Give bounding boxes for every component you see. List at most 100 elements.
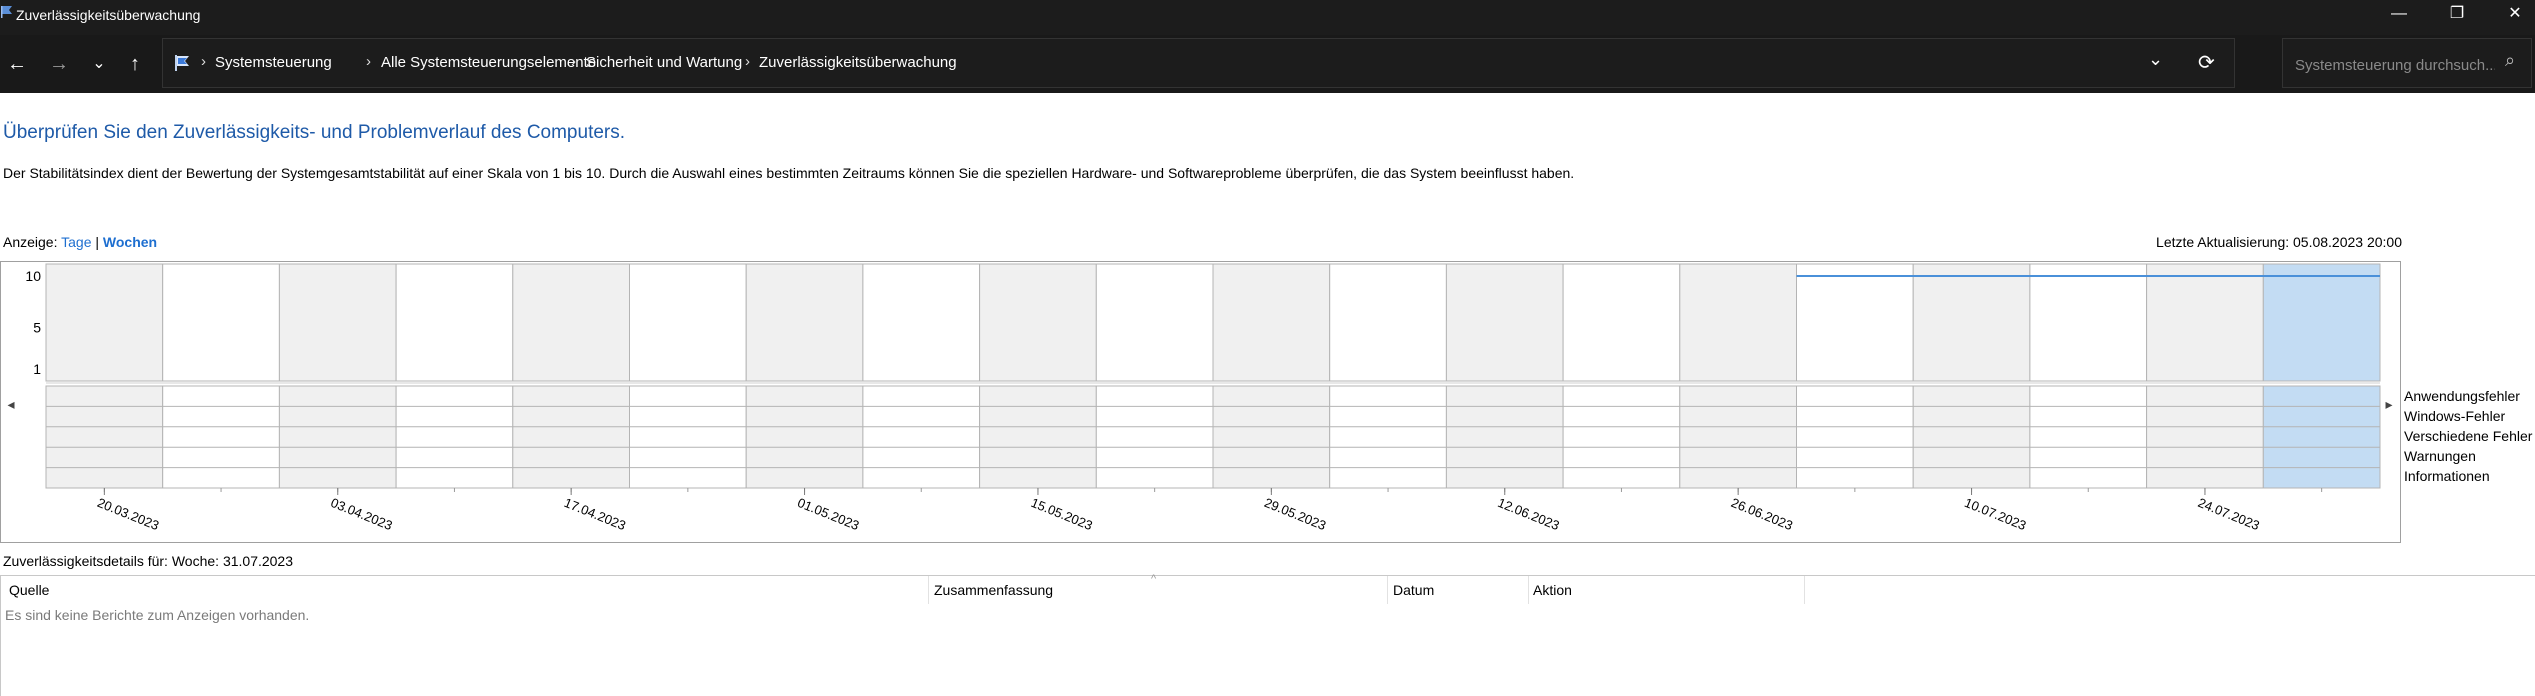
event-column[interactable] <box>1445 385 1564 489</box>
event-column[interactable] <box>2262 385 2381 489</box>
column-divider[interactable] <box>1528 576 1529 604</box>
event-column[interactable] <box>395 385 514 489</box>
event-column[interactable] <box>512 385 630 489</box>
event-column[interactable] <box>278 385 397 489</box>
stability-column[interactable] <box>2029 263 2148 382</box>
event-column[interactable] <box>1095 385 1214 489</box>
event-column[interactable] <box>862 385 981 489</box>
stability-column[interactable] <box>1329 263 1447 382</box>
search-box[interactable]: ⌕ <box>2282 38 2532 88</box>
stability-column[interactable] <box>1912 263 2031 382</box>
reports-list[interactable]: ^ Quelle Zusammenfassung Datum Aktion Es… <box>0 573 2535 696</box>
stability-column[interactable] <box>1445 263 1564 382</box>
window-title: Zuverlässigkeitsüberwachung <box>16 7 201 23</box>
x-tick-label: 15.05.2023 <box>1029 495 1095 533</box>
address-dropdown-icon[interactable]: ⌄ <box>2148 49 2163 70</box>
event-column[interactable] <box>2146 385 2264 489</box>
column-header-datum[interactable]: Datum <box>1393 582 1434 598</box>
x-tick-label: 12.06.2023 <box>1496 495 1562 533</box>
stability-column[interactable] <box>745 263 864 382</box>
breadcrumb-sicherheit-wartung[interactable]: Sicherheit und Wartung <box>586 54 742 71</box>
breadcrumb-alle-elemente[interactable]: Alle Systemsteuerungselemente <box>381 54 596 71</box>
search-input[interactable] <box>2293 53 2497 77</box>
column-header-quelle[interactable]: Quelle <box>9 582 49 598</box>
event-column[interactable] <box>1679 385 1798 489</box>
view-separator: | <box>91 234 103 250</box>
x-tick-label: 26.06.2023 <box>1729 495 1795 533</box>
up-button[interactable]: ↑ <box>120 47 150 81</box>
recent-locations-button[interactable]: ⌄ <box>84 47 114 81</box>
view-weeks-link[interactable]: Wochen <box>103 234 157 250</box>
stability-column[interactable] <box>162 263 280 382</box>
address-bar[interactable]: › Systemsteuerung › Alle Systemsteuerung… <box>162 38 2235 88</box>
event-column[interactable] <box>629 385 747 489</box>
stability-column[interactable] <box>629 263 747 382</box>
event-column[interactable] <box>979 385 1097 489</box>
stability-column[interactable] <box>512 263 630 382</box>
event-column[interactable] <box>1329 385 1447 489</box>
stability-column[interactable] <box>395 263 514 382</box>
breadcrumb-separator: › <box>571 53 576 70</box>
column-divider[interactable] <box>928 576 929 604</box>
scroll-left-arrow[interactable]: ◂ <box>7 396 14 412</box>
stability-column[interactable] <box>2262 263 2381 382</box>
back-button[interactable]: ← <box>2 47 32 81</box>
page-description: Der Stabilitätsindex dient der Bewertung… <box>3 165 1575 181</box>
search-icon[interactable]: ⌕ <box>2505 50 2515 71</box>
event-column[interactable] <box>2029 385 2148 489</box>
navigation-toolbar: ← → ⌄ ↑ › Systemsteuerung › Alle Systems… <box>0 35 2535 93</box>
breadcrumb-systemsteuerung[interactable]: Systemsteuerung <box>215 54 332 71</box>
stability-column[interactable] <box>1212 263 1331 382</box>
forward-button[interactable]: → <box>44 47 74 81</box>
event-column[interactable] <box>745 385 864 489</box>
event-column[interactable] <box>1912 385 2031 489</box>
legend-verschiedene-fehler: Verschiedene Fehler <box>2404 428 2533 444</box>
scroll-right-arrow[interactable]: ▸ <box>2385 396 2392 412</box>
breadcrumb-zuverlaessigkeit[interactable]: Zuverlässigkeitsüberwachung <box>759 54 957 71</box>
column-header-aktion[interactable]: Aktion <box>1533 582 1572 598</box>
stability-chart-svg[interactable]: 10 5 1 20.03.2023 03.04.2023 17.04.2023 01.05.… <box>1 262 2402 544</box>
event-column[interactable] <box>45 385 164 489</box>
stability-column[interactable] <box>1562 263 1681 382</box>
event-column[interactable] <box>1212 385 1331 489</box>
view-days-link[interactable]: Tage <box>61 234 91 250</box>
y-tick-label: 5 <box>33 320 41 336</box>
breadcrumb-separator: › <box>201 53 206 70</box>
column-header-zusammenfassung[interactable]: Zusammenfassung <box>934 582 1053 598</box>
view-selector: Anzeige: Tage | Wochen <box>3 234 157 250</box>
x-tick-label: 29.05.2023 <box>1262 495 1328 533</box>
legend-informationen: Informationen <box>2404 468 2490 484</box>
event-column[interactable] <box>1562 385 1681 489</box>
stability-column[interactable] <box>862 263 981 382</box>
y-tick-label: 10 <box>25 268 41 284</box>
x-tick-label: 20.03.2023 <box>95 495 161 533</box>
stability-column[interactable] <box>1679 263 1798 382</box>
close-button[interactable]: ✕ <box>2486 0 2535 30</box>
restore-button[interactable]: ❐ <box>2428 0 2486 30</box>
column-divider[interactable] <box>1387 576 1388 604</box>
x-tick-label: 01.05.2023 <box>795 495 861 533</box>
event-column[interactable] <box>1796 385 1914 489</box>
x-tick-label: 10.07.2023 <box>1962 495 2028 533</box>
stability-column[interactable] <box>979 263 1097 382</box>
refresh-icon[interactable]: ⟳ <box>2198 50 2215 75</box>
minimize-button[interactable]: — <box>2370 0 2428 30</box>
details-label: Zuverlässigkeitsdetails für: Woche: 31.0… <box>3 553 294 569</box>
stability-column[interactable] <box>1796 263 1914 382</box>
legend-warnungen: Warnungen <box>2404 448 2476 464</box>
column-divider[interactable] <box>1804 576 1805 604</box>
legend-windows-fehler: Windows-Fehler <box>2404 408 2506 424</box>
title-bar: Zuverlässigkeitsüberwachung — ❐ ✕ <box>0 0 2535 35</box>
stability-column[interactable] <box>45 263 164 382</box>
stability-chart[interactable]: 10 5 1 20.03.2023 03.04.2023 17.04.2023 01.05.… <box>0 261 2401 543</box>
view-label: Anzeige: <box>3 234 62 250</box>
breadcrumb-separator: › <box>366 53 371 70</box>
event-column[interactable] <box>162 385 280 489</box>
stability-column[interactable] <box>1095 263 1214 382</box>
stability-column[interactable] <box>2146 263 2264 382</box>
stability-column[interactable] <box>278 263 397 382</box>
y-tick-label: 1 <box>33 361 41 377</box>
x-tick-label: 17.04.2023 <box>562 495 628 533</box>
x-tick-label: 03.04.2023 <box>329 495 395 533</box>
reliability-monitor-icon <box>1 6 12 18</box>
